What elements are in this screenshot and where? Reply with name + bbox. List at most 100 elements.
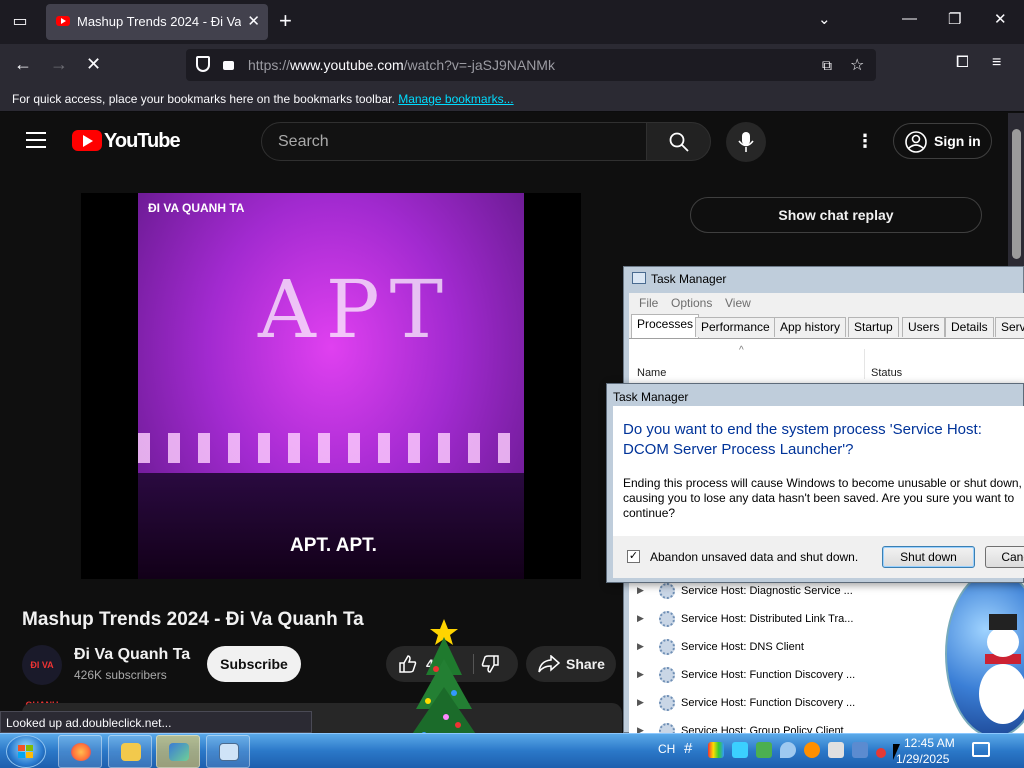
browser-tab-strip: ▭ Mashup Trends 2024 - Đi Va Quanh Ta ✕ …: [0, 0, 1024, 44]
dialog-content: Do you want to end the system process 'S…: [613, 406, 1024, 536]
extensions-icon[interactable]: ⧠: [956, 54, 969, 72]
column-name[interactable]: Name: [637, 367, 666, 379]
forward-icon[interactable]: →: [50, 54, 68, 75]
url-text[interactable]: https://www.youtube.com/watch?v=-jaSJ9NA…: [248, 57, 555, 73]
menu-view[interactable]: View: [725, 296, 751, 310]
youtube-logo-icon[interactable]: [72, 130, 102, 151]
abandon-data-label[interactable]: Abandon unsaved data and shut down.: [650, 550, 858, 564]
tray-app-icon[interactable]: [732, 742, 748, 758]
app-icon: [169, 743, 189, 761]
task-manager-title: Task Manager: [651, 272, 727, 286]
show-chat-replay-button[interactable]: Show chat replay: [690, 197, 982, 233]
taskbar-explorer[interactable]: [108, 735, 152, 768]
end-process-dialog: Task Manager Do you want to end the syst…: [606, 383, 1024, 583]
sort-up-icon: ^: [739, 345, 744, 356]
dialog-heading: Do you want to end the system process 'S…: [623, 421, 982, 458]
taskbar-firefox[interactable]: [58, 735, 102, 768]
hash-tray-icon[interactable]: #: [684, 740, 692, 757]
browser-tab-active[interactable]: Mashup Trends 2024 - Đi Va Quanh Ta ✕: [46, 4, 268, 40]
tab-close-icon[interactable]: ✕: [247, 12, 260, 30]
restore-icon[interactable]: ❐: [948, 10, 961, 28]
taskbar-task-manager[interactable]: [206, 735, 250, 768]
minimize-icon[interactable]: —: [902, 10, 917, 27]
dialog-message: Ending this process will cause Windows t…: [623, 476, 1022, 520]
tray-network-icon[interactable]: [756, 742, 772, 758]
tray-drop-icon[interactable]: [780, 742, 796, 758]
task-manager-icon: [632, 272, 646, 284]
tab-app-history[interactable]: App history: [774, 317, 847, 337]
tray-tool-icon[interactable]: [828, 742, 844, 758]
share-icon: [538, 655, 560, 673]
navigation-toolbar: ← → ✕ https://www.youtube.com/watch?v=-j…: [0, 44, 1024, 86]
service-gear-icon: [659, 583, 675, 599]
tray-display-icon[interactable]: [852, 742, 868, 758]
mouse-cursor-icon: [893, 744, 900, 760]
system-tray: CH # 12:45 AM 1/29/2025: [650, 734, 1024, 768]
clock-date[interactable]: 1/29/2025: [896, 752, 949, 766]
menu-options[interactable]: Options: [671, 296, 712, 310]
list-all-tabs-icon[interactable]: ⌄: [818, 10, 831, 28]
subscribe-button[interactable]: Subscribe: [207, 646, 301, 682]
dialog-title: Task Manager: [613, 390, 689, 404]
tracking-shield-icon[interactable]: [196, 56, 210, 72]
settings-more-icon[interactable]: ⋮: [856, 131, 874, 152]
scrollbar-thumb[interactable]: [1012, 129, 1021, 259]
task-manager-icon: [219, 743, 239, 761]
address-bar[interactable]: https://www.youtube.com/watch?v=-jaSJ9NA…: [186, 49, 876, 81]
taskbar-app-people[interactable]: [156, 735, 200, 768]
sign-in-label: Sign in: [934, 133, 981, 149]
microphone-icon: [738, 132, 754, 152]
share-button[interactable]: Share: [526, 646, 616, 682]
search-placeholder: Search: [278, 133, 329, 150]
lock-icon[interactable]: [223, 61, 234, 70]
tab-services[interactable]: Servi: [995, 317, 1024, 337]
tray-alert-icon[interactable]: [876, 748, 886, 758]
tab-list-icon[interactable]: ▭: [8, 10, 32, 34]
channel-avatar[interactable]: ĐI VA QUANH TA: [22, 645, 62, 750]
column-status[interactable]: Status: [871, 367, 902, 379]
manage-bookmarks-link[interactable]: Manage bookmarks...: [398, 92, 513, 106]
subscriber-count: 426K subscribers: [74, 668, 167, 682]
menu-file[interactable]: File: [639, 296, 658, 310]
video-player[interactable]: APT ĐI VA QUANH TA APT. APT.: [81, 193, 581, 579]
input-language[interactable]: CH: [658, 742, 675, 756]
tab-details[interactable]: Details: [945, 317, 994, 337]
tab-performance[interactable]: Performance: [695, 317, 776, 337]
service-gear-icon: [659, 639, 675, 655]
abandon-data-checkbox[interactable]: ✓: [627, 550, 640, 563]
tab-processes[interactable]: Processes: [631, 314, 700, 338]
new-tab-icon[interactable]: +: [279, 8, 292, 34]
tray-app-icon[interactable]: [708, 742, 724, 758]
clock-time[interactable]: 12:45 AM: [904, 736, 955, 750]
voice-search-button[interactable]: [726, 122, 766, 162]
tab-title: Mashup Trends 2024 - Đi Va Quanh Ta: [77, 14, 241, 29]
account-icon: [905, 131, 927, 153]
back-icon[interactable]: ←: [14, 54, 32, 75]
service-gear-icon: [659, 695, 675, 711]
stage-lights: [138, 433, 524, 463]
search-input[interactable]: Search: [261, 122, 647, 161]
video-watermark: ĐI VA QUANH TA: [148, 201, 245, 215]
tray-search-icon[interactable]: [804, 742, 820, 758]
task-manager-tabs: Processes Performance App history Startu…: [629, 313, 1024, 339]
guide-menu-icon[interactable]: [26, 132, 46, 148]
cancel-button[interactable]: Cancel: [985, 546, 1024, 568]
stop-loading-icon[interactable]: ✕: [86, 54, 101, 75]
firefox-icon: [71, 743, 91, 761]
sign-in-button[interactable]: Sign in: [893, 123, 992, 159]
app-menu-icon[interactable]: ≡: [992, 54, 1001, 72]
dialog-footer: ✓ Abandon unsaved data and shut down. Sh…: [613, 536, 1024, 578]
tab-users[interactable]: Users: [902, 317, 946, 337]
picture-in-picture-icon[interactable]: ⧉: [822, 57, 832, 74]
youtube-favicon-icon: [56, 16, 70, 26]
service-gear-icon: [659, 611, 675, 627]
bookmark-star-icon[interactable]: ☆: [850, 55, 864, 75]
shut-down-button[interactable]: Shut down: [882, 546, 975, 568]
youtube-logo-text[interactable]: YouTube: [104, 130, 181, 153]
channel-name[interactable]: Đi Va Quanh Ta: [74, 646, 190, 664]
search-button[interactable]: [646, 122, 711, 161]
start-button[interactable]: [6, 735, 46, 768]
action-center-icon[interactable]: [972, 742, 990, 757]
close-window-icon[interactable]: ✕: [994, 10, 1007, 28]
tab-startup[interactable]: Startup: [848, 317, 899, 337]
